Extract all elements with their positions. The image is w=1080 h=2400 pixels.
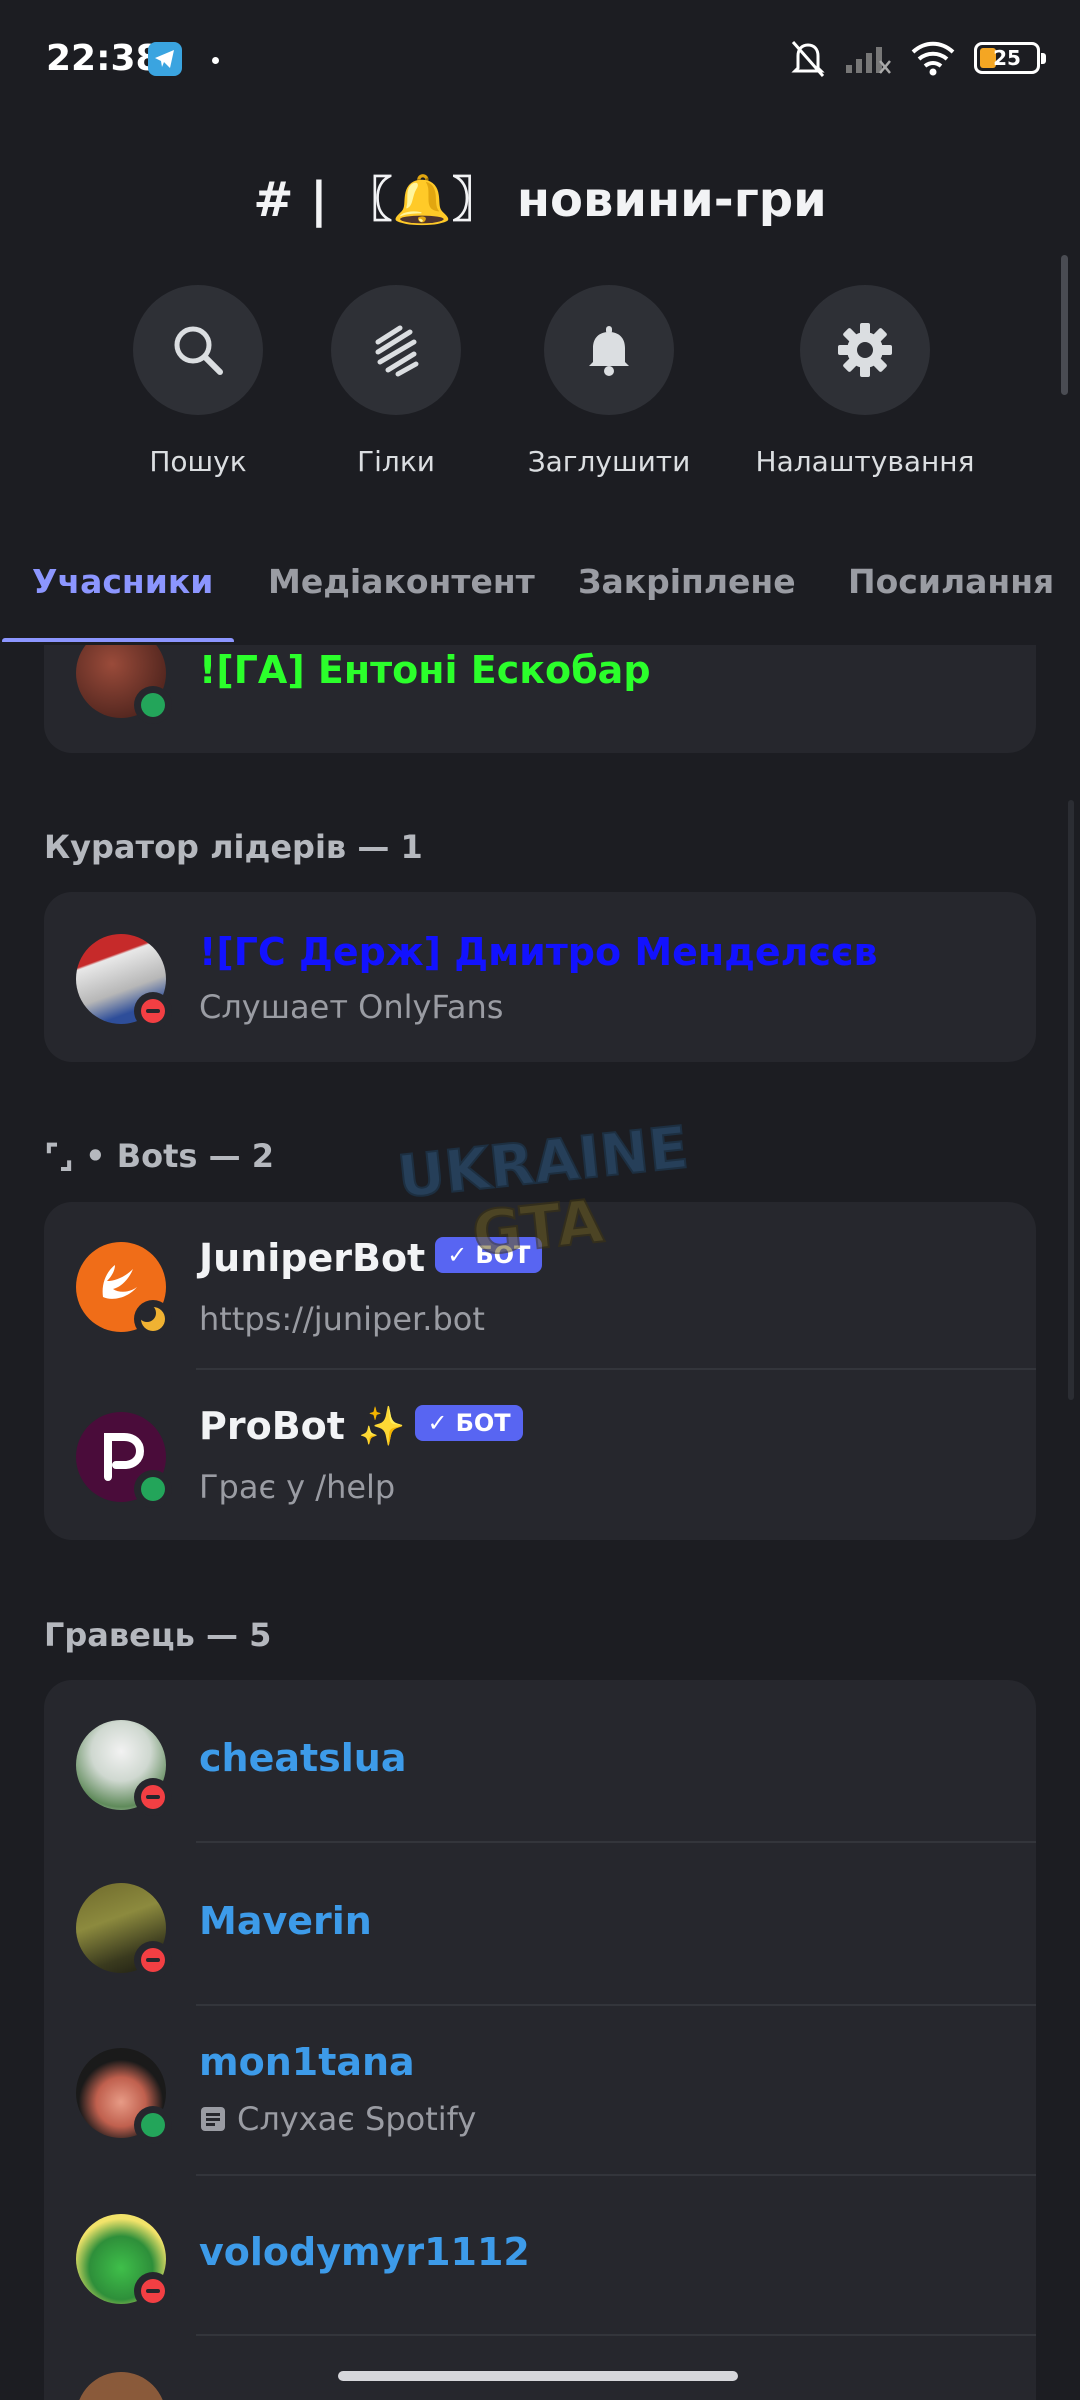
member-row[interactable]: ![ГА] Ентоні Ескобар — [44, 645, 1036, 753]
battery-icon: 25 — [974, 42, 1046, 74]
check-icon: ✓ — [427, 1409, 448, 1437]
tab-links[interactable]: Посилання — [848, 562, 1054, 601]
list-scrollbar[interactable] — [1068, 800, 1074, 1400]
member-row[interactable] — [44, 2336, 1036, 2400]
section-header-bots: ⌜⌟ • Bots — 2 — [44, 1137, 274, 1175]
member-row[interactable]: ProBot ✨ ✓ БОТ Грає у /help — [44, 1370, 1036, 1540]
search-button[interactable]: Пошук — [88, 285, 308, 478]
member-name: ![ГС Держ] Дмитро Менделєєв — [199, 930, 878, 974]
tab-pinned[interactable]: Закріплене — [578, 562, 796, 601]
status-time: 22:38 — [46, 38, 161, 79]
section-header-curator: Куратор лідерів — 1 — [44, 828, 423, 866]
settings-button[interactable]: Налаштування — [755, 285, 975, 478]
bot-badge-label: БОТ — [455, 1409, 511, 1437]
wifi-icon — [911, 41, 955, 76]
member-row[interactable]: mon1tana Слухає Spotify — [44, 2006, 1036, 2176]
notification-dot-icon — [212, 57, 219, 64]
member-name: cheatslua — [199, 1736, 407, 1780]
member-row[interactable]: ![ГС Держ] Дмитро Менделєєв Слушает Only… — [44, 892, 1036, 1052]
watermark-line2: GTA — [469, 1186, 607, 1269]
avatar — [76, 1242, 172, 1338]
avatar — [76, 2048, 172, 2144]
member-activity: Слушает OnlyFans — [199, 988, 504, 1026]
bot-badge: ✓ БОТ — [415, 1405, 523, 1441]
member-name: volodymyr1112 — [199, 2230, 530, 2274]
search-icon — [174, 326, 223, 375]
tab-members[interactable]: Учасники — [32, 562, 213, 601]
member-activity: Грає у /help — [199, 1468, 396, 1506]
member-activity: https://juniper.bot — [199, 1300, 485, 1338]
gear-icon — [838, 323, 892, 377]
member-name: ProBot ✨ ✓ БОТ — [199, 1404, 523, 1449]
activity-text: Слухає Spotify — [237, 2100, 477, 2138]
settings-label: Налаштування — [755, 445, 975, 478]
bell-icon — [589, 326, 629, 376]
status-bar: 22:38 25 — [0, 0, 1080, 120]
avatar — [76, 645, 172, 724]
threads-icon — [375, 325, 419, 377]
member-card-top: ![ГА] Ентоні Ескобар — [44, 645, 1036, 753]
status-icons: 25 — [790, 36, 1046, 80]
mute-button[interactable]: Заглушити — [499, 285, 719, 478]
mute-label: Заглушити — [527, 445, 691, 478]
member-row[interactable]: Maverin — [44, 1843, 1036, 2006]
avatar — [76, 2372, 166, 2400]
active-tab-indicator — [2, 638, 234, 642]
avatar — [76, 2214, 172, 2310]
member-name: Maverin — [199, 1899, 372, 1943]
avatar — [76, 1883, 172, 1979]
section-header-players: Гравець — 5 — [44, 1616, 272, 1654]
member-row[interactable]: volodymyr1112 — [44, 2176, 1036, 2336]
battery-level: 25 — [993, 46, 1021, 70]
member-card-curator: ![ГС Держ] Дмитро Менделєєв Слушает Only… — [44, 892, 1036, 1062]
bell-off-icon — [791, 41, 825, 77]
tab-media[interactable]: Медіаконтент — [268, 562, 535, 601]
member-name: mon1tana — [199, 2040, 415, 2084]
rich-presence-icon — [201, 2107, 225, 2131]
avatar — [76, 1720, 172, 1816]
member-activity: Слухає Spotify — [199, 2100, 476, 2138]
avatar — [76, 934, 172, 1030]
avatar — [76, 1412, 172, 1508]
member-row[interactable]: cheatslua — [44, 1680, 1036, 1843]
tab-bar: Учасники Медіаконтент Закріплене Посилан… — [0, 552, 1080, 642]
telegram-icon — [148, 42, 182, 76]
bot-name: ProBot ✨ — [199, 1404, 406, 1448]
threads-button[interactable]: Гілки — [286, 285, 506, 478]
ukraine-gta-watermark: UKRAINE GTA — [393, 1120, 692, 1270]
member-name: ![ГА] Ентоні Ескобар — [199, 648, 651, 692]
cellular-signal-icon — [846, 47, 891, 74]
threads-label: Гілки — [357, 445, 435, 478]
home-indicator[interactable] — [338, 2371, 738, 2381]
channel-actions: Пошук Гілки Заглушити Налаштування — [0, 285, 1080, 485]
search-label: Пошук — [149, 445, 247, 478]
channel-title: # | 〖🔔〗 новини-гри — [253, 172, 827, 228]
member-card-players: cheatslua Maverin mon1tana Слухає Spotif… — [44, 1680, 1036, 2400]
